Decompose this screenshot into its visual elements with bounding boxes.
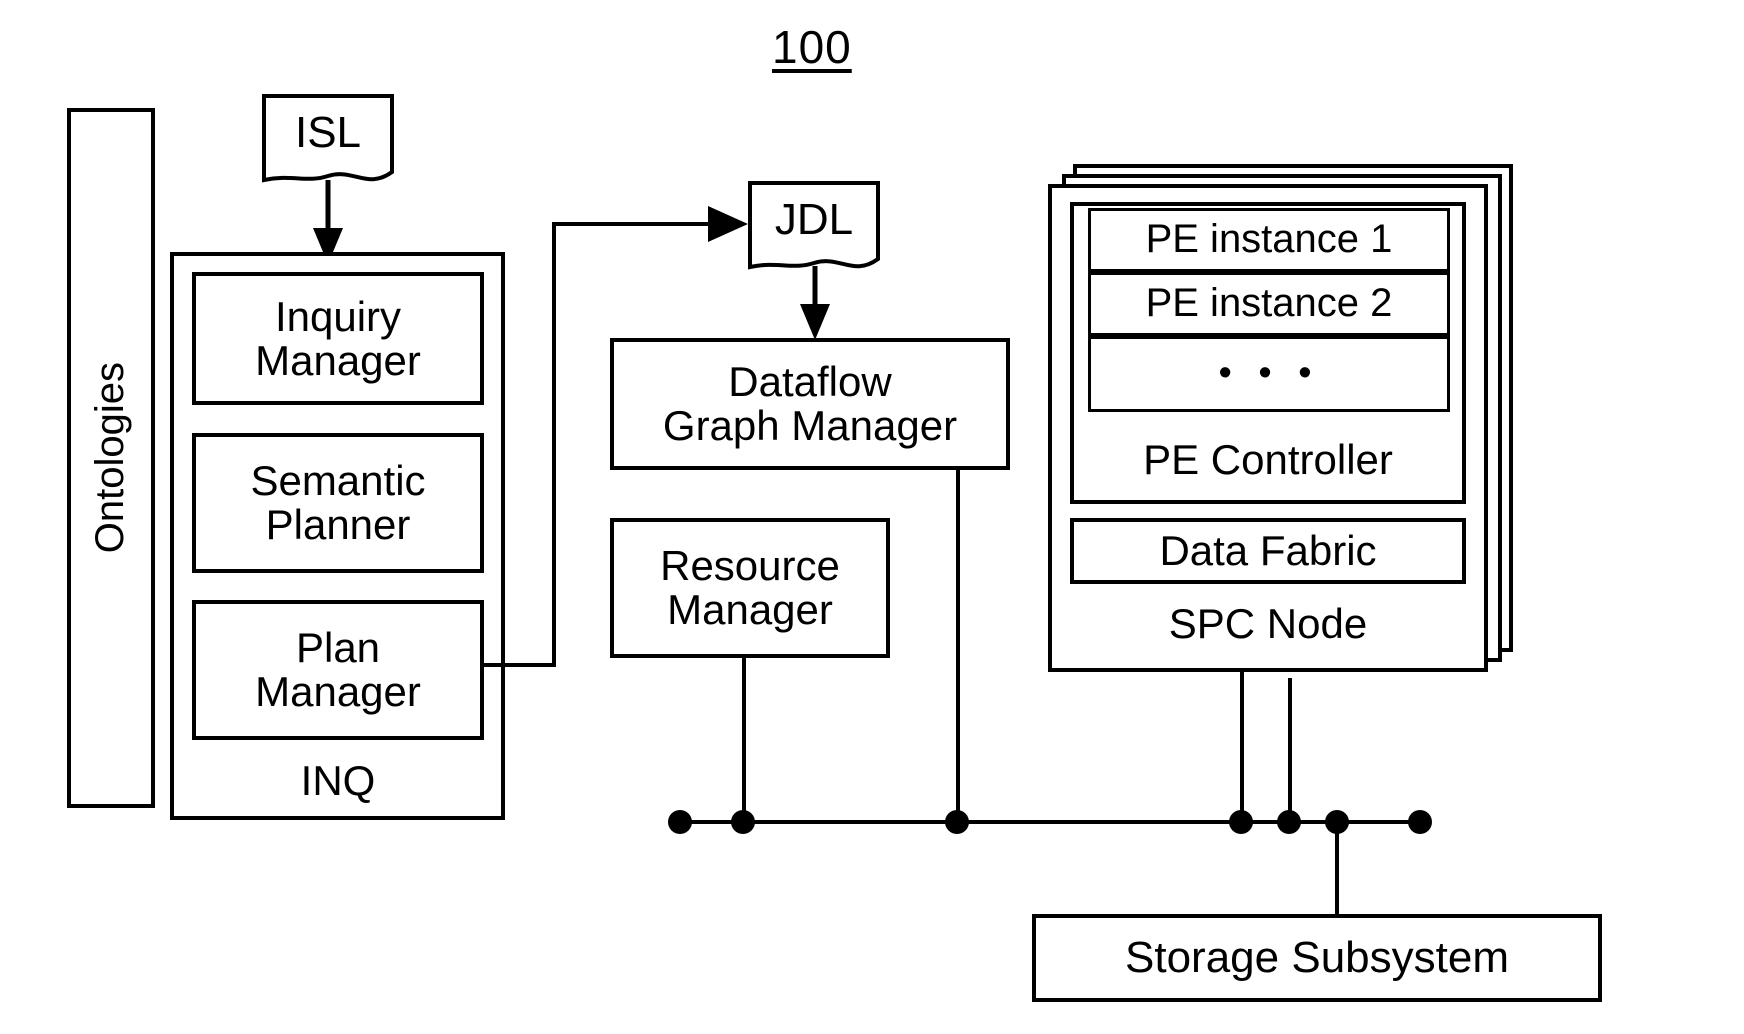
plan-manager-box: Plan Manager (192, 600, 484, 740)
resource-manager-bus-drop (742, 656, 746, 822)
inquiry-manager-box: Inquiry Manager (192, 272, 484, 405)
semantic-planner-label-line2: Planner (265, 501, 411, 548)
storage-subsystem-box: Storage Subsystem (1032, 914, 1602, 1002)
plan-manager-label-line1: Plan (295, 624, 381, 672)
pe-controller-label: PE Controller (1143, 436, 1393, 484)
figure-number: 100 (772, 21, 852, 73)
pe-instance-ellipsis-box: • • • (1088, 336, 1450, 412)
figure-canvas: 100 Ontologies ISL Inquiry Manager Seman… (0, 0, 1744, 1034)
inq-label: INQ (300, 757, 376, 805)
pe-instance-2-label: PE instance 2 (1145, 281, 1393, 326)
inquiry-manager-label-line1: Inquiry (274, 292, 402, 340)
dataflow-graph-manager-box: Dataflow Graph Manager (610, 338, 1010, 470)
resource-manager-line1: Resource (660, 542, 840, 590)
spc-node-bus-drop-2 (1288, 678, 1292, 822)
data-fabric-box: Data Fabric (1070, 518, 1466, 584)
system-bus-line (678, 820, 1420, 824)
jdl-to-dataflow-arrow (800, 266, 830, 340)
inquiry-manager-label-line2: Manager (255, 336, 421, 384)
dataflow-graph-manager-line2: Graph Manager (662, 402, 958, 449)
bus-node-dot-5 (1277, 810, 1301, 834)
storage-subsystem-label: Storage Subsystem (1125, 933, 1509, 983)
pe-instance-ellipsis-label: • • • (1218, 352, 1320, 395)
resource-manager-box: Resource Manager (610, 518, 890, 658)
jdl-label: JDL (774, 195, 854, 244)
resource-manager-line2: Manager (667, 586, 833, 633)
plan-manager-label-line2: Manager (255, 668, 421, 715)
data-fabric-label: Data Fabric (1159, 527, 1377, 575)
pe-instance-1-box: PE instance 1 (1088, 208, 1450, 272)
planmanager-bus-horizontal (482, 663, 556, 667)
semantic-planner-box: Semantic Planner (192, 433, 484, 573)
isl-document-shape: ISL (262, 94, 394, 194)
spc-node-bus-drop-1 (1240, 668, 1244, 822)
bus-node-dot-1 (668, 810, 692, 834)
planmanager-bus-vertical (552, 222, 556, 667)
bus-node-dot-7 (1408, 810, 1432, 834)
storage-subsystem-bus-drop (1335, 820, 1339, 920)
bus-node-dot-3 (945, 810, 969, 834)
pe-instance-1-label: PE instance 1 (1145, 217, 1393, 262)
bus-node-dot-2 (731, 810, 755, 834)
spc-node-label: SPC Node (1168, 600, 1368, 648)
isl-label: ISL (294, 108, 362, 157)
dataflow-graph-manager-line1: Dataflow (728, 358, 892, 406)
semantic-planner-label-line1: Semantic (250, 457, 426, 505)
ontologies-box: Ontologies (67, 108, 155, 808)
dataflow-graph-manager-bus-drop (956, 468, 960, 822)
ontologies-label: Ontologies (88, 362, 133, 554)
bus-node-dot-4 (1229, 810, 1253, 834)
planmanager-to-jdl-horizontal (552, 222, 724, 226)
pe-instance-2-box: PE instance 2 (1088, 272, 1450, 336)
